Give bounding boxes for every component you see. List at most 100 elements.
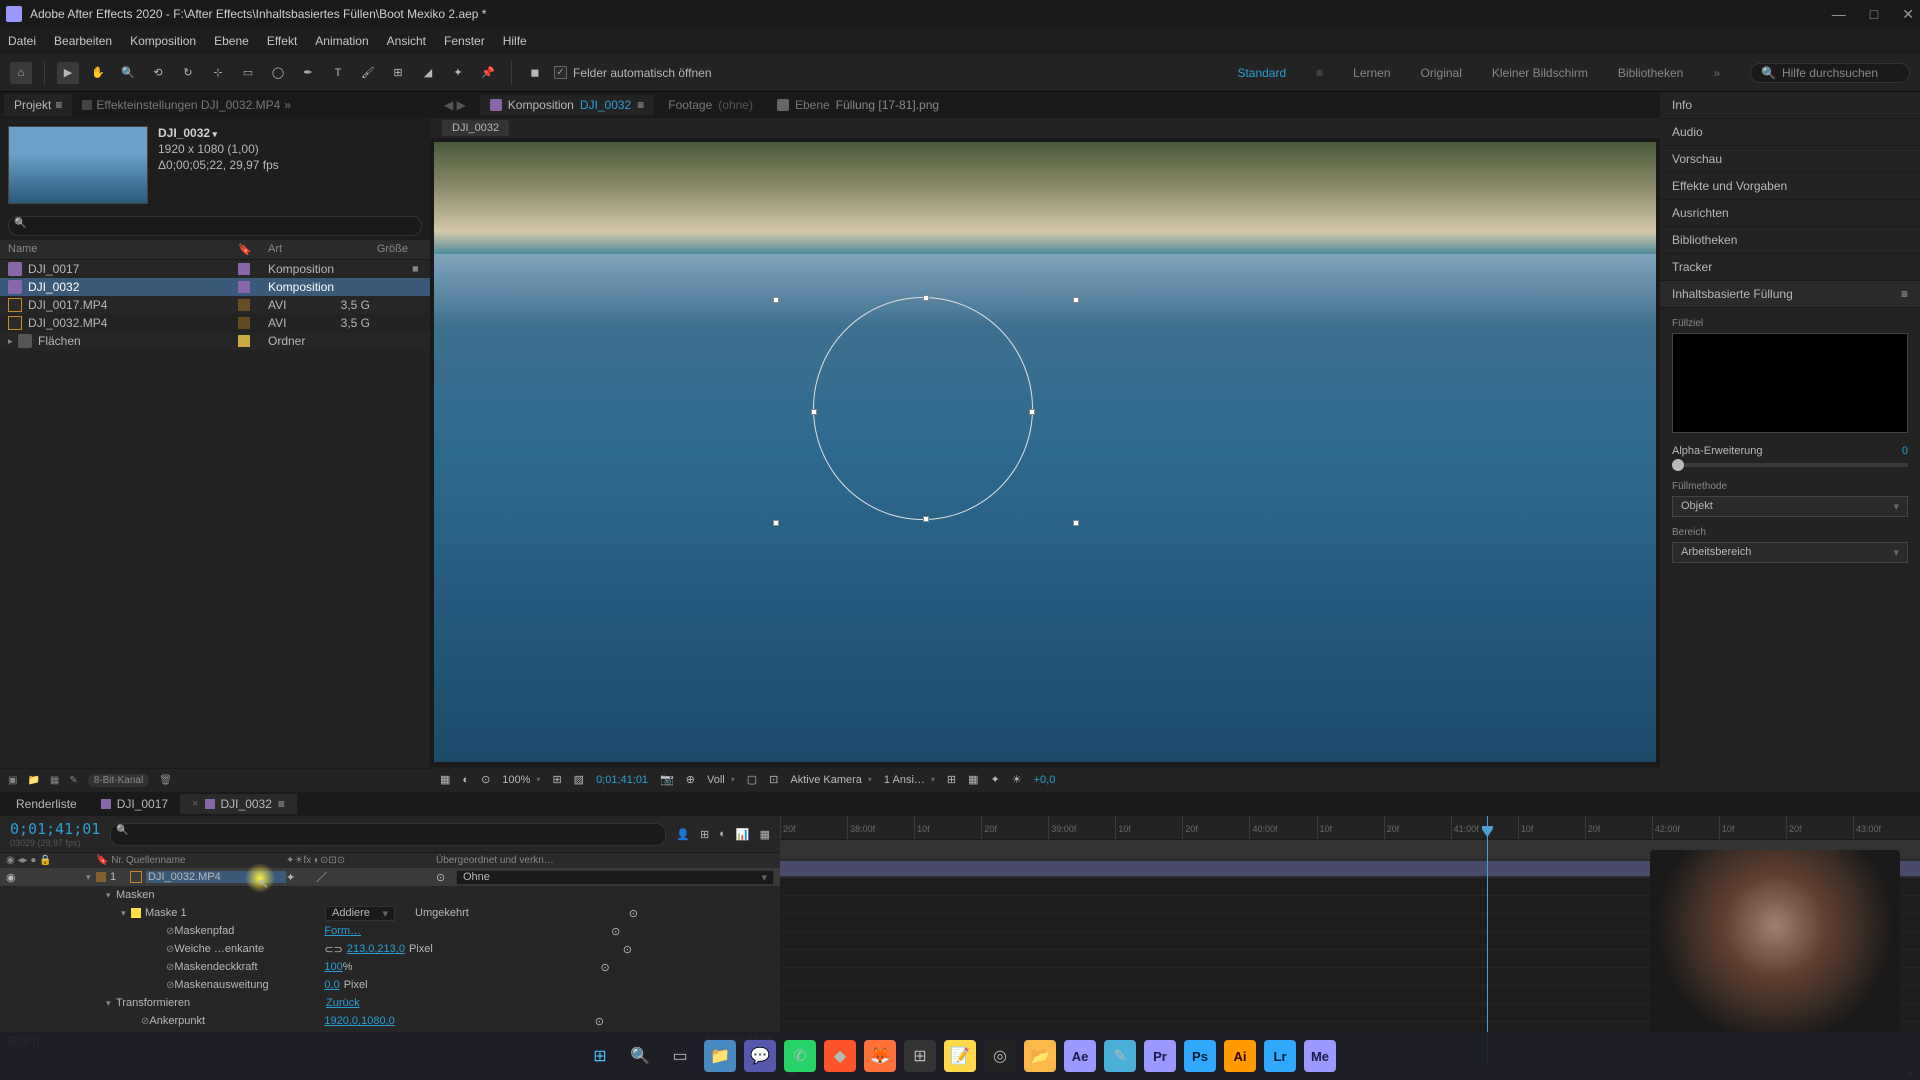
views-select[interactable]: 1 Ansi…: [884, 774, 935, 786]
orbit-tool[interactable]: ⟲: [147, 62, 169, 84]
rotate-tool[interactable]: ↻: [177, 62, 199, 84]
transparency-icon[interactable]: ▨: [574, 773, 584, 786]
tab-footage[interactable]: Footage (ohne): [658, 95, 763, 115]
grid-icon[interactable]: ▦: [440, 773, 450, 786]
trash-icon[interactable]: 🗑: [159, 775, 172, 786]
photoshop-icon[interactable]: Ps: [1184, 1040, 1216, 1072]
project-item[interactable]: DJI_0032 Komposition: [0, 278, 430, 296]
close-button[interactable]: ✕: [1902, 6, 1914, 23]
caf-alpha-value[interactable]: 0: [1902, 445, 1908, 457]
teams-icon[interactable]: 💬: [744, 1040, 776, 1072]
caf-alpha-slider[interactable]: [1672, 463, 1908, 467]
resolution-select[interactable]: Voll: [707, 774, 735, 786]
minimize-button[interactable]: —: [1832, 6, 1846, 23]
caf-method-select[interactable]: Objekt: [1672, 496, 1908, 517]
brave-icon[interactable]: ◆: [824, 1040, 856, 1072]
motion-blur-icon[interactable]: ◐: [719, 828, 726, 840]
ellipse-tool[interactable]: ◯: [267, 62, 289, 84]
graph-icon[interactable]: 📊: [736, 828, 750, 841]
new-comp-icon[interactable]: ▦: [50, 775, 59, 786]
masks-group[interactable]: ▾ Masken: [0, 886, 780, 904]
mask-mode-select[interactable]: Addiere: [325, 906, 395, 921]
menu-file[interactable]: Datei: [8, 34, 36, 48]
files-icon[interactable]: 📂: [1024, 1040, 1056, 1072]
workspace-learn[interactable]: Lernen: [1353, 66, 1390, 80]
panel-align[interactable]: Ausrichten: [1660, 200, 1920, 227]
panel-info[interactable]: Info: [1660, 92, 1920, 119]
obs-icon[interactable]: ◎: [984, 1040, 1016, 1072]
eraser-tool[interactable]: ◢: [417, 62, 439, 84]
ae-icon[interactable]: Ae: [1064, 1040, 1096, 1072]
project-search-input[interactable]: [8, 216, 422, 236]
stamp-tool[interactable]: ⊞: [387, 62, 409, 84]
menu-effect[interactable]: Effekt: [267, 34, 297, 48]
timeline-search[interactable]: [110, 823, 666, 846]
fill-swatch[interactable]: ◼: [524, 62, 546, 84]
firefox-icon[interactable]: 🦊: [864, 1040, 896, 1072]
panel-libraries[interactable]: Bibliotheken: [1660, 227, 1920, 254]
explorer-icon[interactable]: 📁: [704, 1040, 736, 1072]
snapshot-icon[interactable]: 📷: [660, 773, 674, 786]
premiere-icon[interactable]: Pr: [1144, 1040, 1176, 1072]
safe-icon[interactable]: ⊡: [769, 773, 778, 786]
start-button[interactable]: ⊞: [584, 1040, 616, 1072]
workspace-standard[interactable]: Standard: [1237, 66, 1286, 80]
menu-view[interactable]: Ansicht: [387, 34, 426, 48]
exposure-value[interactable]: +0,0: [1034, 774, 1056, 786]
mask-expansion-row[interactable]: ⊘ Maskenausweitung 0,0 Pixel: [0, 976, 780, 994]
bit-depth[interactable]: 8-Bit-Kanal: [88, 774, 149, 787]
mask-opacity-row[interactable]: ⊘ Maskendeckkraft 100 % ⊙: [0, 958, 780, 976]
3d-icon[interactable]: ✦: [991, 773, 1000, 786]
whatsapp-icon[interactable]: ✆: [784, 1040, 816, 1072]
menu-animation[interactable]: Animation: [315, 34, 368, 48]
col-size[interactable]: Größe: [348, 243, 408, 256]
project-item[interactable]: DJI_0032.MP4 AVI 3,5 G: [0, 314, 430, 332]
app-icon[interactable]: ⊞: [904, 1040, 936, 1072]
col-name[interactable]: Name: [8, 243, 238, 256]
col-type[interactable]: Art: [268, 243, 348, 256]
help-search[interactable]: 🔍 Hilfe durchsuchen: [1750, 63, 1910, 83]
panel-effects[interactable]: Effekte und Vorgaben: [1660, 173, 1920, 200]
menu-help[interactable]: Hilfe: [503, 34, 527, 48]
menu-window[interactable]: Fenster: [444, 34, 485, 48]
anchor-tool[interactable]: ⊹: [207, 62, 229, 84]
panel-caf[interactable]: Inhaltsbasierte Füllung≡: [1660, 281, 1920, 308]
camera-select[interactable]: Aktive Kamera: [790, 774, 872, 786]
mask-icon[interactable]: ⊙: [481, 773, 490, 786]
guides-icon[interactable]: ▢: [747, 773, 757, 786]
mask-path-row[interactable]: ⊘ Maskenpfad Form… ⊙: [0, 922, 780, 940]
caf-range-select[interactable]: Arbeitsbereich: [1672, 542, 1908, 563]
project-item[interactable]: ▸ Flächen Ordner: [0, 332, 430, 350]
menu-edit[interactable]: Bearbeiten: [54, 34, 112, 48]
brush-tool[interactable]: 🖌: [357, 62, 379, 84]
timeline-timecode[interactable]: 0;01;41;01: [10, 820, 100, 838]
pixel-icon[interactable]: ⊞: [947, 773, 956, 786]
media-encoder-icon[interactable]: Me: [1304, 1040, 1336, 1072]
tab-effect-controls[interactable]: Effekteinstellungen DJI_0032.MP4»: [72, 94, 301, 116]
search-button[interactable]: 🔍: [624, 1040, 656, 1072]
mask-feather-row[interactable]: ⊘ Weiche …enkante ⊂⊃ 213,0,213,0 Pixel ⊙: [0, 940, 780, 958]
twirl-icon[interactable]: ▸: [8, 336, 18, 347]
panel-tracker[interactable]: Tracker: [1660, 254, 1920, 281]
roto-tool[interactable]: ✦: [447, 62, 469, 84]
tab-layer[interactable]: Ebene Füllung [17-81].png: [767, 95, 949, 115]
menu-composition[interactable]: Komposition: [130, 34, 196, 48]
exposure-icon[interactable]: ☀: [1012, 773, 1022, 786]
auto-open-checkbox[interactable]: [554, 66, 567, 79]
workspace-libraries[interactable]: Bibliotheken: [1618, 66, 1683, 80]
project-item[interactable]: DJI_0017 Komposition ◼: [0, 260, 430, 278]
rect-tool[interactable]: ▭: [237, 62, 259, 84]
viewer[interactable]: [430, 138, 1660, 766]
layer-row[interactable]: ◉ ▾ 1 DJI_0032.MP4 ✦ ／ ⊙ Ohne: [0, 868, 780, 886]
workspace-small[interactable]: Kleiner Bildschirm: [1492, 66, 1588, 80]
mask-shape[interactable]: [813, 297, 1033, 520]
parent-select[interactable]: Ohne: [456, 870, 774, 885]
selection-tool[interactable]: ▶: [57, 62, 79, 84]
project-item[interactable]: DJI_0017.MP4 AVI 3,5 G: [0, 296, 430, 314]
task-view[interactable]: ▭: [664, 1040, 696, 1072]
anchor-row[interactable]: ⊘ Ankerpunkt 1920,0,1080,0 ⊙: [0, 1012, 780, 1030]
paint-icon[interactable]: ✎: [1104, 1040, 1136, 1072]
menu-layer[interactable]: Ebene: [214, 34, 249, 48]
mask-item[interactable]: ▾ Maske 1 Addiere Umgekehrt ⊙: [0, 904, 780, 922]
adjust-icon[interactable]: ✎: [69, 775, 77, 786]
